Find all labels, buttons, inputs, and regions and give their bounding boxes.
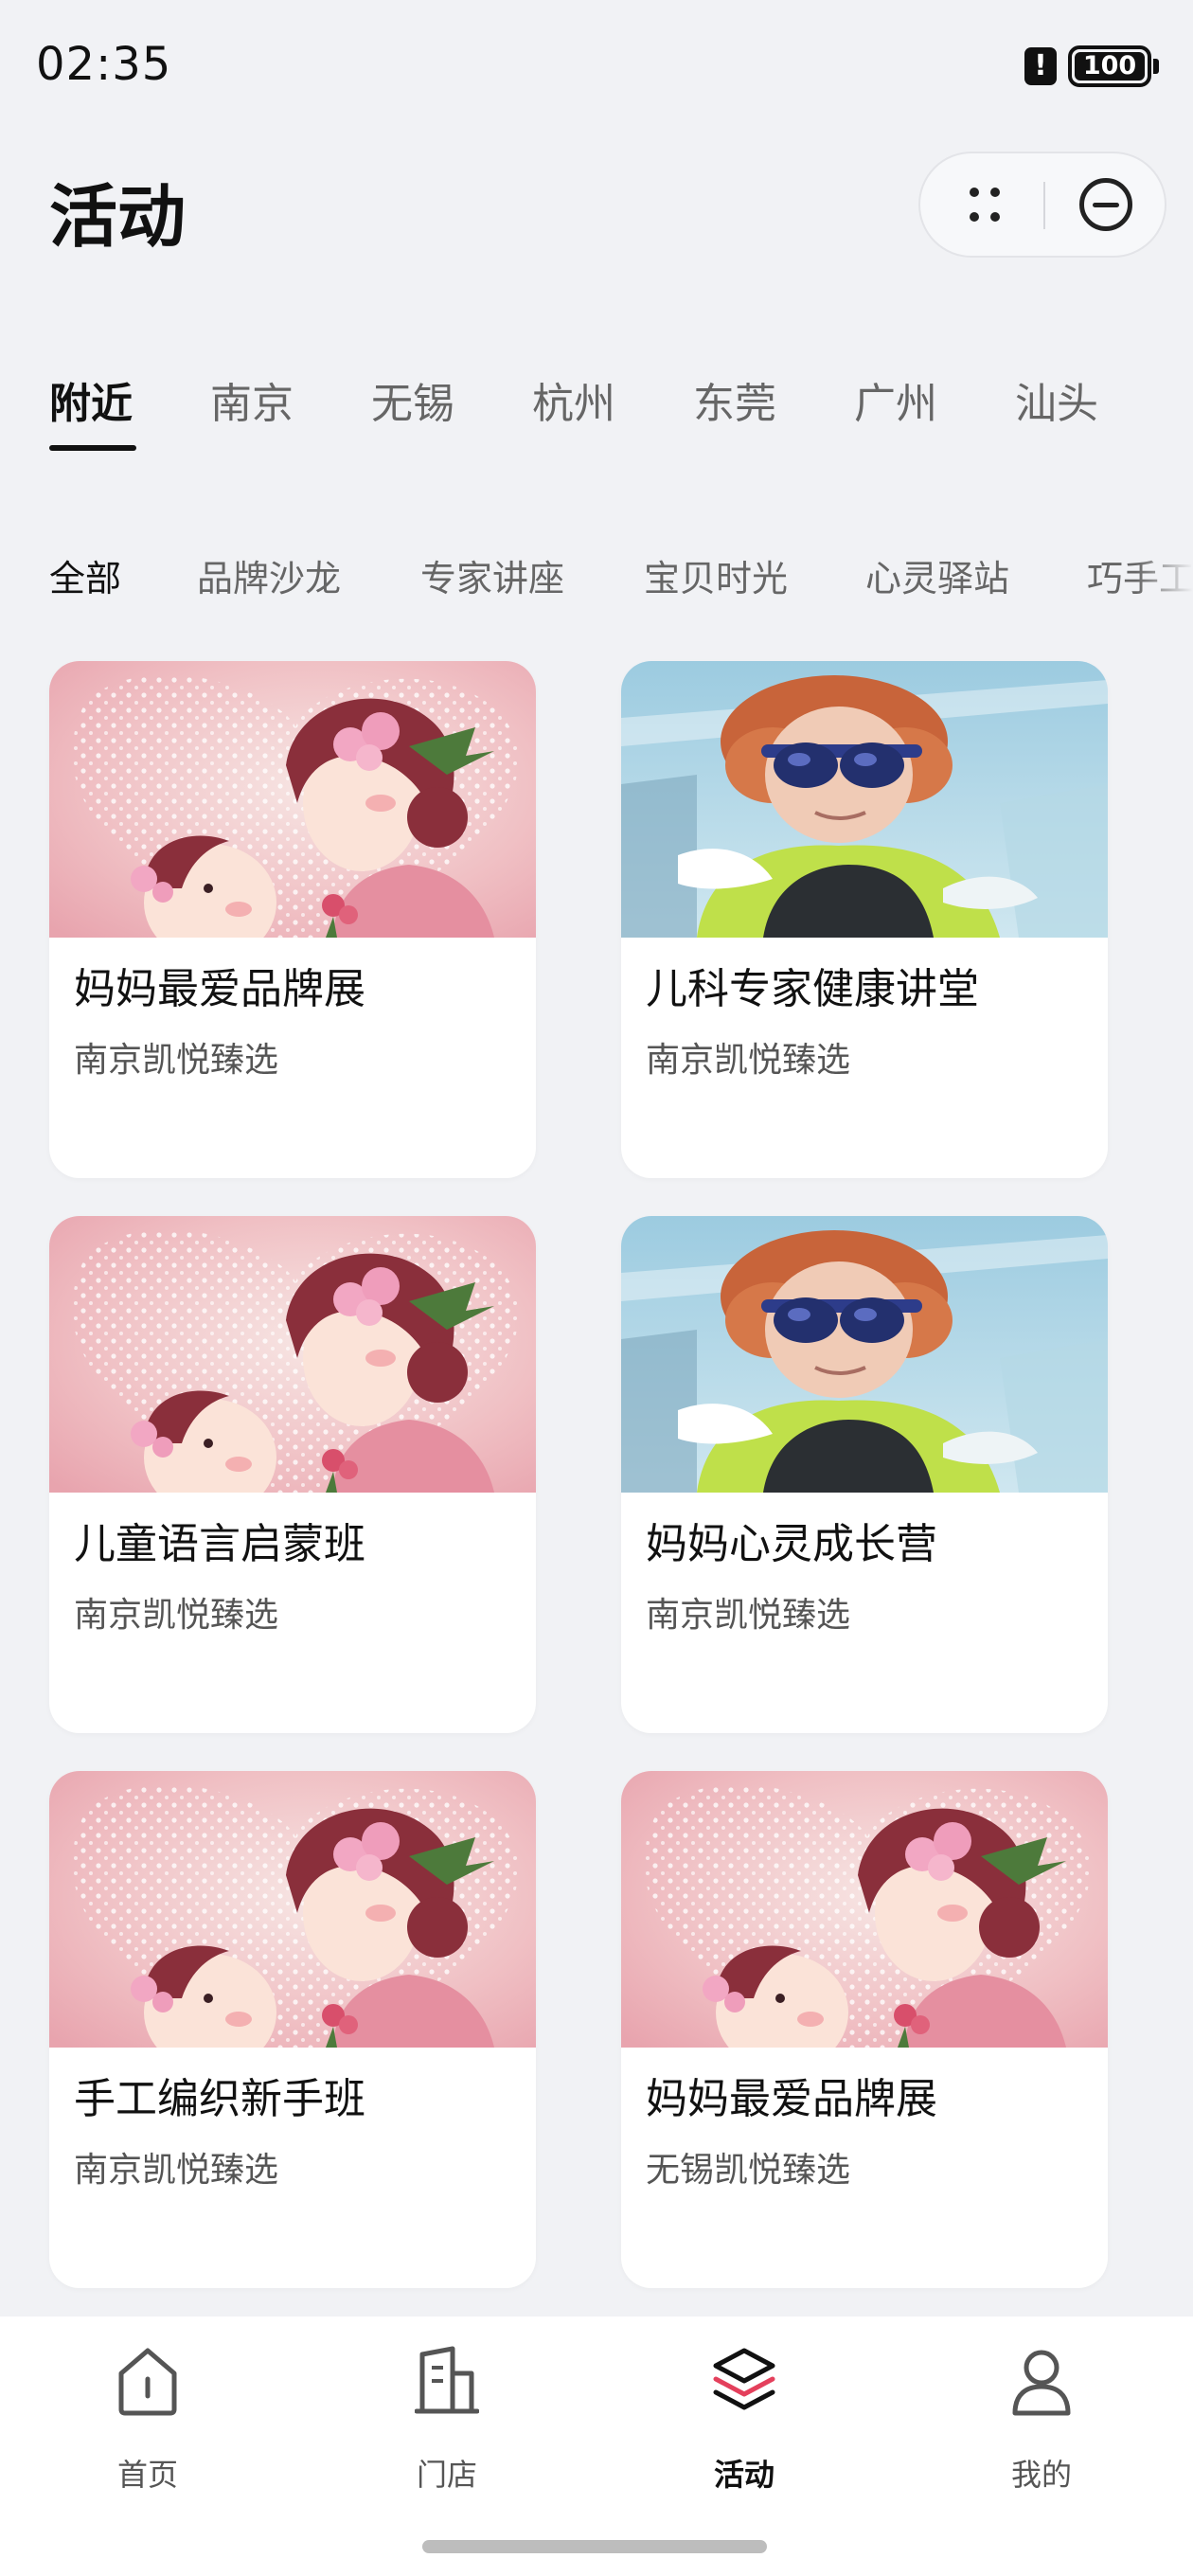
page-title: 活动 <box>49 177 187 257</box>
store-icon <box>415 2346 479 2414</box>
category-brand-salon[interactable]: 品牌沙龙 <box>197 549 341 601</box>
activity-card[interactable]: 妈妈最爱品牌展 无锡凯悦臻选 <box>621 1771 1108 2288</box>
activity-card[interactable]: 妈妈最爱品牌展 南京凯悦臻选 <box>49 661 536 1178</box>
card-store: 南京凯悦臻选 <box>74 1596 279 1635</box>
mother-baby-illustration <box>49 661 536 938</box>
card-title: 妈妈最爱品牌展 <box>646 2075 937 2123</box>
activity-card[interactable]: 妈妈心灵成长营 南京凯悦臻选 <box>621 1216 1108 1733</box>
nav-label: 首页 <box>116 2457 178 2493</box>
battery-icon: 100 <box>1068 45 1151 87</box>
bottom-navigation: 首页 门店 活动 我的 <box>0 2317 1193 2576</box>
activity-card[interactable]: 儿童语言启蒙班 南京凯悦臻选 <box>49 1216 536 1733</box>
nav-label: 活动 <box>713 2457 775 2493</box>
city-tabs: 附近 南京 无锡 杭州 东莞 广州 汕头 <box>0 360 1193 464</box>
menu-dot-icon <box>990 188 1000 197</box>
category-baby-time[interactable]: 宝贝时光 <box>644 549 788 601</box>
tabs-fade-overlay <box>1136 540 1193 606</box>
category-all[interactable]: 全部 <box>49 549 121 601</box>
close-miniprogram-button[interactable] <box>1045 153 1166 256</box>
tab-nanjing[interactable]: 南京 <box>210 369 294 430</box>
mother-baby-illustration <box>621 1771 1108 2048</box>
layers-icon <box>713 2348 775 2410</box>
nav-mine[interactable]: 我的 <box>947 2345 1136 2493</box>
activity-screen: 02:35 100 活动 附近 南京 无锡 杭州 东莞 广州 汕头 全部 <box>0 0 1193 2576</box>
card-store: 无锡凯悦臻选 <box>646 2151 851 2190</box>
tab-dongguan[interactable]: 东莞 <box>693 369 776 430</box>
status-time: 02:35 <box>36 38 172 91</box>
activity-card[interactable]: 手工编织新手班 南京凯悦臻选 <box>49 1771 536 2288</box>
tab-hangzhou[interactable]: 杭州 <box>532 369 615 430</box>
tab-nearby[interactable]: 附近 <box>49 369 133 430</box>
battery-level: 100 <box>1075 52 1145 80</box>
status-bar: 02:35 100 <box>0 0 1193 142</box>
alert-icon <box>1024 47 1057 85</box>
miniprogram-capsule <box>918 152 1166 258</box>
user-icon <box>1012 2350 1071 2416</box>
child-swimming-photo <box>621 661 1108 938</box>
menu-dot-icon <box>990 212 1000 222</box>
card-store: 南京凯悦臻选 <box>74 1041 279 1080</box>
nav-activity[interactable]: 活动 <box>650 2345 839 2493</box>
category-expert-lecture[interactable]: 专家讲座 <box>420 549 564 601</box>
minus-bar <box>1093 203 1119 207</box>
card-title: 妈妈最爱品牌展 <box>74 965 365 1013</box>
menu-dot-icon <box>970 188 979 197</box>
card-title: 手工编织新手班 <box>74 2075 365 2123</box>
tab-shantou[interactable]: 汕头 <box>1015 369 1098 430</box>
card-title: 儿科专家健康讲堂 <box>646 965 979 1013</box>
activity-card[interactable]: 儿科专家健康讲堂 南京凯悦臻选 <box>621 661 1108 1178</box>
home-indicator[interactable] <box>422 2540 767 2553</box>
tab-wuxi[interactable]: 无锡 <box>371 369 454 430</box>
category-tabs: 全部 品牌沙龙 专家讲座 宝贝时光 心灵驿站 巧手工 <box>0 540 1193 606</box>
card-store: 南京凯悦臻选 <box>646 1041 851 1080</box>
child-swimming-photo <box>621 1216 1108 1493</box>
category-soul-station[interactable]: 心灵驿站 <box>865 549 1009 601</box>
tab-guangzhou[interactable]: 广州 <box>854 369 937 430</box>
nav-home[interactable]: 首页 <box>53 2345 242 2493</box>
card-title: 儿童语言启蒙班 <box>74 1520 365 1568</box>
battery-cap <box>1153 59 1159 74</box>
active-tab-indicator <box>49 445 136 451</box>
mother-baby-illustration <box>49 1771 536 2048</box>
home-icon <box>118 2348 177 2416</box>
menu-dot-icon <box>970 212 979 222</box>
more-menu-button[interactable] <box>920 153 1043 256</box>
nav-store[interactable]: 门店 <box>352 2345 542 2493</box>
card-store: 南京凯悦臻选 <box>74 2151 279 2190</box>
mother-baby-illustration <box>49 1216 536 1493</box>
card-store: 南京凯悦臻选 <box>646 1596 851 1635</box>
nav-label: 门店 <box>416 2457 477 2493</box>
nav-label: 我的 <box>1010 2457 1072 2493</box>
card-title: 妈妈心灵成长营 <box>646 1520 937 1568</box>
